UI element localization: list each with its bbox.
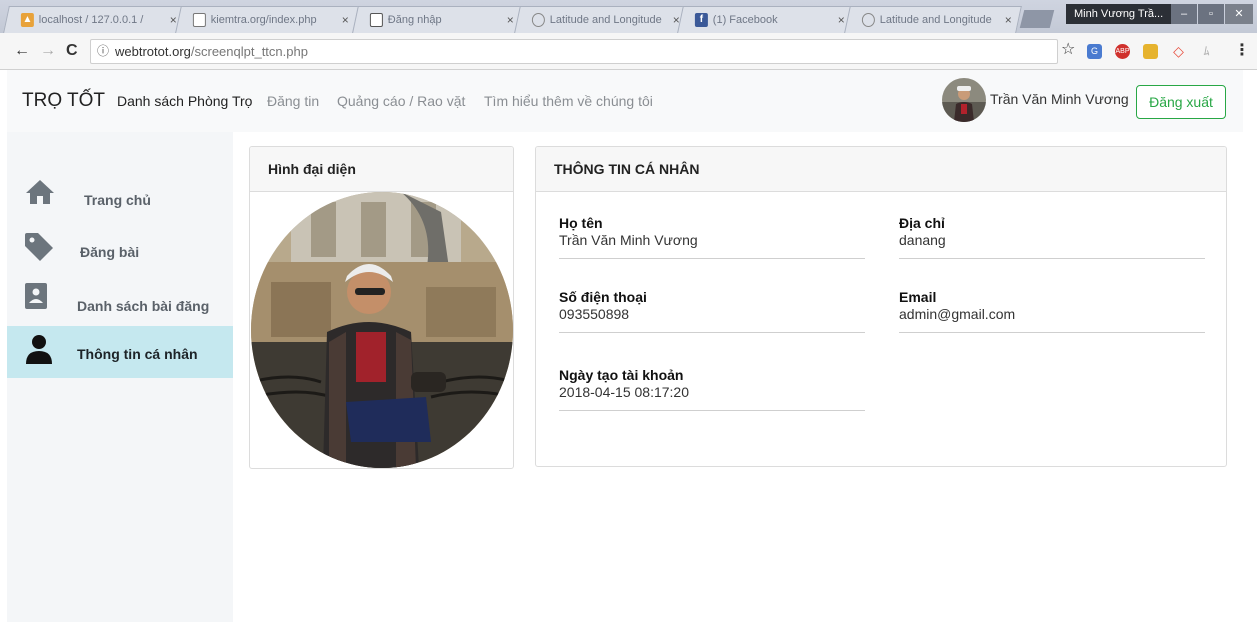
field-value: Trần Văn Minh Vương	[559, 232, 698, 248]
field-label: Địa chỉ	[899, 215, 945, 231]
logout-button[interactable]: Đăng xuất	[1136, 85, 1226, 119]
avatar[interactable]	[942, 78, 986, 122]
tab-title: (1) Facebook	[712, 14, 778, 26]
personal-info-title: THÔNG TIN CÁ NHÂN	[536, 147, 1226, 192]
sidebar-item-home[interactable]: Trang chủ	[7, 172, 233, 224]
field-label: Email	[899, 289, 937, 305]
tab-title: localhost / 127.0.0.1 /	[38, 14, 144, 26]
browser-tab-active[interactable]: Đăng nhập ×	[352, 6, 524, 33]
reload-icon[interactable]: C	[66, 42, 78, 60]
globe-icon	[861, 13, 875, 27]
field-label: Họ tên	[559, 215, 603, 231]
user-icon	[26, 335, 52, 364]
browser-tab-kiemtra[interactable]: kiemtra.org/index.php ×	[175, 6, 359, 33]
close-window-icon[interactable]: ✕	[1225, 4, 1253, 24]
avatar-card: Hình đại diện	[249, 146, 514, 469]
tag-icon	[25, 233, 53, 261]
extension-icon[interactable]	[1143, 44, 1158, 59]
minimize-icon[interactable]: –	[1171, 4, 1197, 24]
browser-menu-icon[interactable]: ⋮	[1234, 42, 1250, 60]
field-full-name: Họ tên Trần Văn Minh Vương	[559, 215, 865, 259]
phpmyadmin-icon: ▲	[20, 13, 34, 27]
facebook-icon: f	[694, 13, 708, 27]
window-user-badge[interactable]: Minh Vương Trầ...	[1066, 4, 1172, 24]
tab-close-icon[interactable]: ×	[342, 7, 349, 33]
sidebar-item-post-list[interactable]: Danh sách bài đăng	[7, 276, 233, 328]
sidebar-item-label: Danh sách bài đăng	[77, 298, 210, 314]
field-value: admin@gmail.com	[899, 306, 1016, 322]
field-phone: Số điện thoại 093550898	[559, 289, 865, 333]
tab-close-icon[interactable]: ×	[838, 7, 845, 33]
page-icon	[369, 13, 383, 27]
bookmark-star-icon[interactable]: ☆	[1061, 41, 1075, 59]
site-info-icon[interactable]: ⓘ	[97, 40, 109, 63]
nav-link-about[interactable]: Tìm hiểu thêm về chúng tôi	[484, 93, 653, 109]
field-created-date: Ngày tạo tài khoản 2018-04-15 08:17:20	[559, 367, 865, 411]
url-path: /screenqlpt_ttcn.php	[190, 44, 308, 59]
sidebar-item-label: Thông tin cá nhân	[77, 346, 198, 362]
forward-arrow-icon[interactable]: →	[40, 42, 56, 60]
sidebar: Trang chủ Đăng bài Danh sách bài đăng Th…	[7, 132, 233, 622]
field-address: Địa chỉ danang	[899, 215, 1205, 259]
tab-close-icon[interactable]: ×	[507, 7, 514, 33]
tab-close-icon[interactable]: ×	[1005, 7, 1012, 33]
back-arrow-icon[interactable]: ←	[14, 42, 30, 60]
profile-photo-image	[251, 192, 513, 468]
avatar-card-title: Hình đại diện	[250, 147, 513, 192]
translate-extension-icon[interactable]: G	[1087, 44, 1102, 59]
browser-tab-latlong-1[interactable]: Latitude and Longitude ×	[514, 6, 690, 33]
browser-tab-strip: ▲ localhost / 127.0.0.1 / × kiemtra.org/…	[0, 0, 1257, 33]
maximize-icon[interactable]: ▫	[1198, 4, 1224, 24]
extension-gray-icon[interactable]: ﾑ	[1199, 44, 1214, 59]
extension-arrow-icon[interactable]: ◇	[1171, 44, 1186, 59]
personal-info-card: THÔNG TIN CÁ NHÂN Họ tên Trần Văn Minh V…	[535, 146, 1227, 467]
site-navbar: TRỌ TỐT Danh sách Phòng Trọ Đăng tin Quả…	[7, 70, 1243, 132]
sidebar-item-label: Trang chủ	[84, 192, 151, 208]
contact-card-icon	[25, 283, 47, 309]
nav-link-post[interactable]: Đăng tin	[267, 93, 319, 109]
browser-address-bar: ← → C ⓘ webtrotot.org/screenqlpt_ttcn.ph…	[0, 33, 1257, 70]
field-email: Email admin@gmail.com	[899, 289, 1205, 333]
page-icon	[192, 13, 206, 27]
sidebar-item-profile[interactable]: Thông tin cá nhân	[7, 326, 233, 378]
home-icon	[26, 180, 54, 204]
profile-photo	[251, 192, 513, 468]
field-value: 2018-04-15 08:17:20	[559, 384, 689, 400]
field-label: Số điện thoại	[559, 289, 647, 305]
adblock-extension-icon[interactable]: ABP	[1115, 44, 1130, 59]
tab-title: kiemtra.org/index.php	[210, 14, 317, 26]
sidebar-item-label: Đăng bài	[80, 244, 140, 260]
globe-icon	[531, 13, 545, 27]
tab-title: Đăng nhập	[387, 14, 442, 26]
tab-title: Latitude and Longitude	[549, 14, 662, 26]
nav-link-room-list[interactable]: Danh sách Phòng Trọ	[117, 93, 252, 109]
browser-tab-latlong-2[interactable]: Latitude and Longitude ×	[844, 6, 1022, 33]
url-input[interactable]: ⓘ webtrotot.org/screenqlpt_ttcn.php	[90, 39, 1058, 64]
field-value: danang	[899, 232, 946, 248]
tab-title: Latitude and Longitude	[879, 14, 992, 26]
nav-link-ads[interactable]: Quảng cáo / Rao vặt	[337, 93, 465, 109]
sidebar-item-post[interactable]: Đăng bài	[7, 224, 233, 276]
new-tab-button[interactable]	[1019, 10, 1055, 28]
url-host: webtrotot.org	[115, 44, 191, 59]
field-label: Ngày tạo tài khoản	[559, 367, 684, 383]
field-value: 093550898	[559, 306, 630, 322]
browser-tab-facebook[interactable]: f (1) Facebook ×	[677, 6, 855, 33]
avatar-photo	[942, 78, 986, 122]
site-brand[interactable]: TRỌ TỐT	[22, 90, 105, 112]
nav-user-name[interactable]: Trần Văn Minh Vương	[990, 91, 1129, 107]
browser-tab-phpmyadmin[interactable]: ▲ localhost / 127.0.0.1 / ×	[3, 6, 187, 33]
